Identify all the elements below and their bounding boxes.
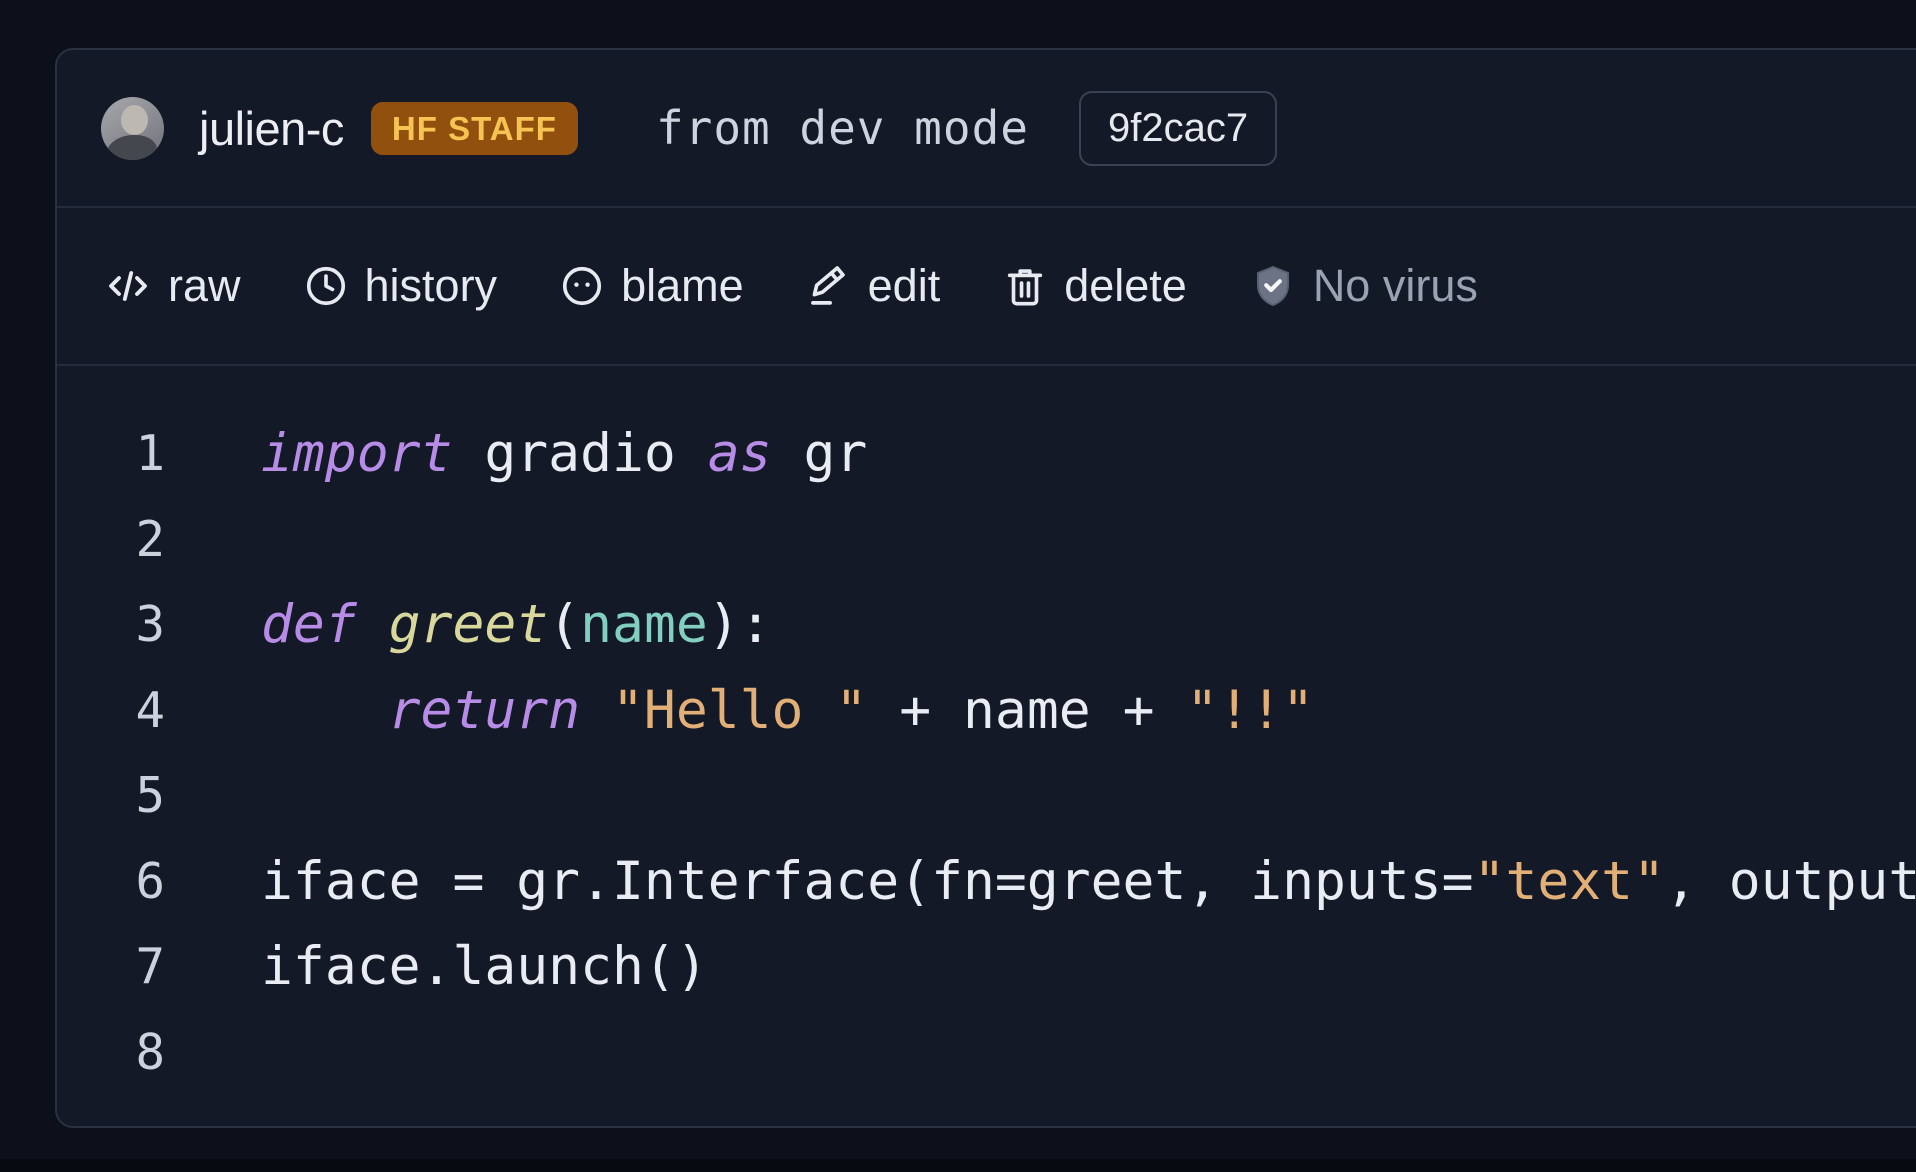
code-text: import gradio as gr — [165, 423, 867, 484]
line-number[interactable]: 7 — [57, 938, 165, 995]
line-number[interactable]: 3 — [57, 596, 165, 653]
line-number[interactable]: 4 — [57, 682, 165, 739]
commit-hash-button[interactable]: 9f2cac7 — [1079, 91, 1277, 166]
code-line: 1import gradio as gr — [57, 411, 1916, 497]
code-viewer: 1import gradio as gr23def greet(name):4 … — [57, 366, 1916, 1095]
line-number[interactable]: 2 — [57, 511, 165, 568]
code-text: def greet(name): — [165, 594, 772, 655]
file-viewer-card: julien-c HF STAFF from dev mode 9f2cac7 … — [55, 48, 1916, 1128]
edit-label: edit — [868, 260, 941, 312]
hf-staff-badge: HF STAFF — [371, 102, 578, 155]
shield-check-icon — [1249, 262, 1297, 310]
raw-button[interactable]: raw — [104, 260, 241, 312]
code-line: 2 — [57, 497, 1916, 583]
edit-button[interactable]: edit — [806, 260, 941, 312]
blame-label: blame — [621, 260, 744, 312]
code-line: 6iface = gr.Interface(fn=greet, inputs="… — [57, 839, 1916, 925]
trash-icon — [1002, 263, 1048, 309]
history-label: history — [365, 260, 498, 312]
commit-message: from dev mode — [656, 101, 1029, 155]
code-text: iface = gr.Interface(fn=greet, inputs="t… — [165, 851, 1916, 912]
username-link[interactable]: julien-c — [199, 101, 344, 156]
avatar[interactable] — [101, 97, 164, 160]
line-number[interactable]: 5 — [57, 767, 165, 824]
code-line: 5 — [57, 753, 1916, 839]
line-number[interactable]: 6 — [57, 853, 165, 910]
no-virus-status[interactable]: No virus — [1249, 260, 1478, 312]
file-toolbar: raw history blame — [57, 208, 1916, 366]
code-line: 7iface.launch() — [57, 924, 1916, 1010]
smiley-icon — [559, 263, 605, 309]
code-text: return "Hello " + name + "!!" — [165, 680, 1314, 741]
pencil-icon — [806, 263, 852, 309]
clock-icon — [303, 263, 349, 309]
blame-button[interactable]: blame — [559, 260, 744, 312]
line-number[interactable]: 8 — [57, 1024, 165, 1081]
code-line: 4 return "Hello " + name + "!!" — [57, 668, 1916, 754]
line-number[interactable]: 1 — [57, 425, 165, 482]
code-text: iface.launch() — [165, 936, 708, 997]
code-line: 8 — [57, 1010, 1916, 1096]
code-icon — [104, 262, 152, 310]
raw-label: raw — [168, 260, 241, 312]
history-button[interactable]: history — [303, 260, 498, 312]
commit-header: julien-c HF STAFF from dev mode 9f2cac7 — [57, 50, 1916, 208]
page-bottom-edge — [0, 1159, 1916, 1172]
page-background: { "header": { "username": "julien-c", "b… — [0, 0, 1916, 1172]
no-virus-label: No virus — [1313, 260, 1478, 312]
code-line: 3def greet(name): — [57, 582, 1916, 668]
delete-label: delete — [1064, 260, 1187, 312]
delete-button[interactable]: delete — [1002, 260, 1187, 312]
